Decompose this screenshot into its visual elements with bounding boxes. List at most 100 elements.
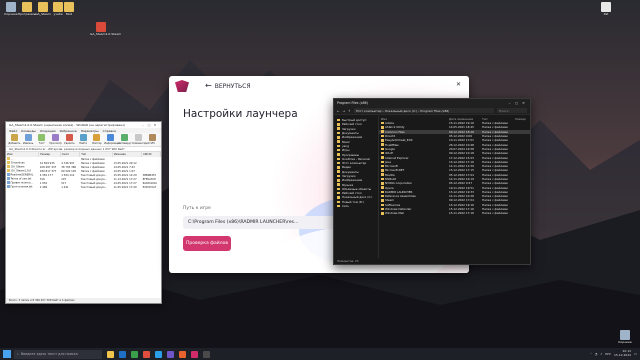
up-arrow-icon[interactable]: ↑	[348, 109, 351, 113]
view-button[interactable]: Просмотр	[49, 134, 62, 145]
menu-help[interactable]: Справка	[103, 129, 116, 133]
taskbar-app-icon[interactable]	[177, 349, 187, 359]
menu-file[interactable]: Файл	[9, 129, 17, 133]
cell-text: Текстовый докум...	[80, 173, 107, 177]
folder-icon	[381, 151, 384, 155]
notification-icon[interactable]: ▭	[634, 352, 637, 356]
menu-options[interactable]: Параметры	[81, 129, 99, 133]
antivirus-button[interactable]: Антивирус	[118, 134, 132, 145]
explorer-titlebar[interactable]: Program Files (x86) – □ ✕	[334, 99, 530, 107]
winrar-statusbar: Всего: 3 папки и 8 396 407 368 байт в 4 …	[6, 298, 161, 303]
add-button[interactable]: Добавить	[8, 134, 21, 145]
close-icon[interactable]: ✕	[456, 81, 461, 88]
search-icon: ⌕	[17, 352, 19, 356]
sfx-icon	[149, 134, 157, 141]
windows-start-icon[interactable]	[3, 350, 11, 358]
taskbar-app-icon[interactable]	[153, 349, 163, 359]
chevron-up-icon[interactable]: ˄	[590, 352, 592, 356]
cell-type: Текстовый докум...	[80, 185, 113, 189]
desktop-icon-label: Корзина	[618, 340, 632, 344]
cell-text: 180 817 377	[39, 169, 57, 173]
cell-name: Прочти меня.txt	[6, 185, 39, 189]
folder-icon	[337, 123, 340, 126]
check-files-button[interactable]: Проверка файлов	[183, 236, 231, 251]
folder-icon	[381, 134, 384, 138]
taskbar-app-icon[interactable]	[105, 349, 115, 359]
game-path-field[interactable]: C:\Program Files (x86)\RADMIR LAUNCHER\r…	[183, 216, 347, 229]
wizard-button[interactable]: Мастер	[91, 134, 104, 145]
forward-arrow-icon[interactable]: →	[343, 109, 346, 113]
taskbar-app-icon[interactable]	[165, 349, 175, 359]
table-row[interactable]: Прочти меня.txt 2 484 1 441 Текстовый докум…	[6, 185, 161, 189]
window-controls: – □ ✕	[506, 101, 527, 105]
find-button[interactable]: Найти	[77, 134, 90, 145]
volume-icon[interactable]: ♪	[600, 352, 602, 356]
close-icon[interactable]: ✕	[152, 123, 158, 127]
status-text: Элементов: 23	[337, 259, 359, 263]
taskbar-search-input[interactable]: ⌕ Введите здесь текст для поиска	[14, 349, 102, 359]
network-icon[interactable]: ◔	[595, 352, 598, 356]
folder-icon	[337, 170, 340, 173]
folder-icon	[381, 207, 384, 211]
view-icon	[52, 134, 60, 141]
delete-button[interactable]: Удалить	[63, 134, 76, 145]
back-button-label: ВЕРНУТЬСЯ	[214, 82, 251, 90]
minimize-icon[interactable]: –	[506, 101, 513, 105]
folder-icon	[7, 161, 10, 164]
sfx-button[interactable]: SFX	[146, 134, 159, 145]
desktop-icon-recycle-bin-2[interactable]: Корзина	[614, 330, 636, 345]
folder-icon	[381, 194, 384, 198]
menu-favorites[interactable]: Избранное	[60, 129, 77, 133]
folder-icon	[381, 156, 384, 159]
back-button[interactable]: ← ВЕРНУТЬСЯ	[205, 82, 251, 90]
cell-text: 517	[61, 181, 67, 185]
launcher-header: ← ВЕРНУТЬСЯ	[169, 76, 469, 96]
taskbar-app-icon[interactable]	[141, 349, 151, 359]
desktop-icon-my[interactable]: Мой	[58, 2, 80, 17]
nav-item[interactable]: Сеть	[334, 204, 378, 208]
folder-icon	[7, 169, 10, 172]
cell-text: 2 484	[39, 185, 48, 189]
extract-button[interactable]: Извлечь	[22, 134, 35, 145]
address-bar[interactable]: Этот компьютер › Локальный диск (C:) › P…	[353, 108, 494, 113]
taskbar: ⌕ Введите здесь текст для поиска ˄ ◔ ♪ Р…	[0, 348, 640, 360]
taskbar-clock[interactable]: 20:12 15.12.2022	[614, 350, 631, 357]
language-indicator[interactable]: РУС	[605, 352, 611, 356]
taskbar-app-icon[interactable]	[117, 349, 127, 359]
folder-icon	[381, 126, 384, 129]
taskbar-app-icon[interactable]	[129, 349, 139, 359]
desktop-icon-ga-archive[interactable]: GA_Steam1.0.Steam	[90, 22, 121, 37]
folder-icon	[381, 173, 384, 176]
cell-text: 15.05.2021 12:29	[113, 173, 137, 177]
back-arrow-icon[interactable]: ←	[337, 109, 340, 113]
desktop-icon-pat[interactable]: Pat	[595, 2, 617, 17]
folder-icon	[381, 190, 384, 194]
info-button[interactable]: Информация	[104, 134, 121, 145]
file-explorer-window[interactable]: Program Files (x86) – □ ✕ ← → ↑ Этот компь…	[333, 98, 531, 265]
desktop-icon-label: GA_Steam1.0.Steam	[90, 32, 121, 36]
search-input[interactable]: Поиск	[497, 108, 527, 113]
cell-text: Текстовый докум...	[80, 181, 107, 185]
extract-icon	[24, 134, 32, 141]
cell-text: 14.05.2021 1:07	[113, 169, 135, 173]
cell-text: 15.11.2022 17:16	[448, 211, 474, 216]
file-list: Имя Дата изменения Тип Размер Adobe 15.11…	[379, 116, 530, 258]
menu-operations[interactable]: Операции	[40, 129, 56, 133]
cell-text: 108 487 437	[39, 165, 57, 169]
cell-text: 11.05.2021 17:40	[113, 185, 137, 189]
folder-icon	[337, 157, 340, 161]
cell-text: 13.05.2021 20:12	[113, 161, 137, 165]
folder-icon	[381, 164, 384, 168]
table-row[interactable]: Windows Mail 15.11.2022 17:16 Папка с файл…	[379, 211, 530, 215]
menu-commands[interactable]: Команды	[21, 129, 35, 133]
test-button[interactable]: Тест	[36, 134, 49, 145]
close-icon[interactable]: ✕	[520, 101, 527, 105]
taskbar-app-icon[interactable]	[201, 349, 211, 359]
taskbar-app-icon[interactable]	[189, 349, 199, 359]
explorer-statusbar: Элементов: 23	[334, 258, 530, 264]
cell-size: 2 484	[39, 185, 60, 189]
winrar-window[interactable]: GA_Steam1.0.0.Steam (оценочная копия) - …	[5, 121, 162, 304]
comment-button[interactable]: Комментарий	[132, 134, 150, 145]
folder-icon	[337, 131, 340, 135]
maximize-icon[interactable]: □	[513, 101, 520, 105]
